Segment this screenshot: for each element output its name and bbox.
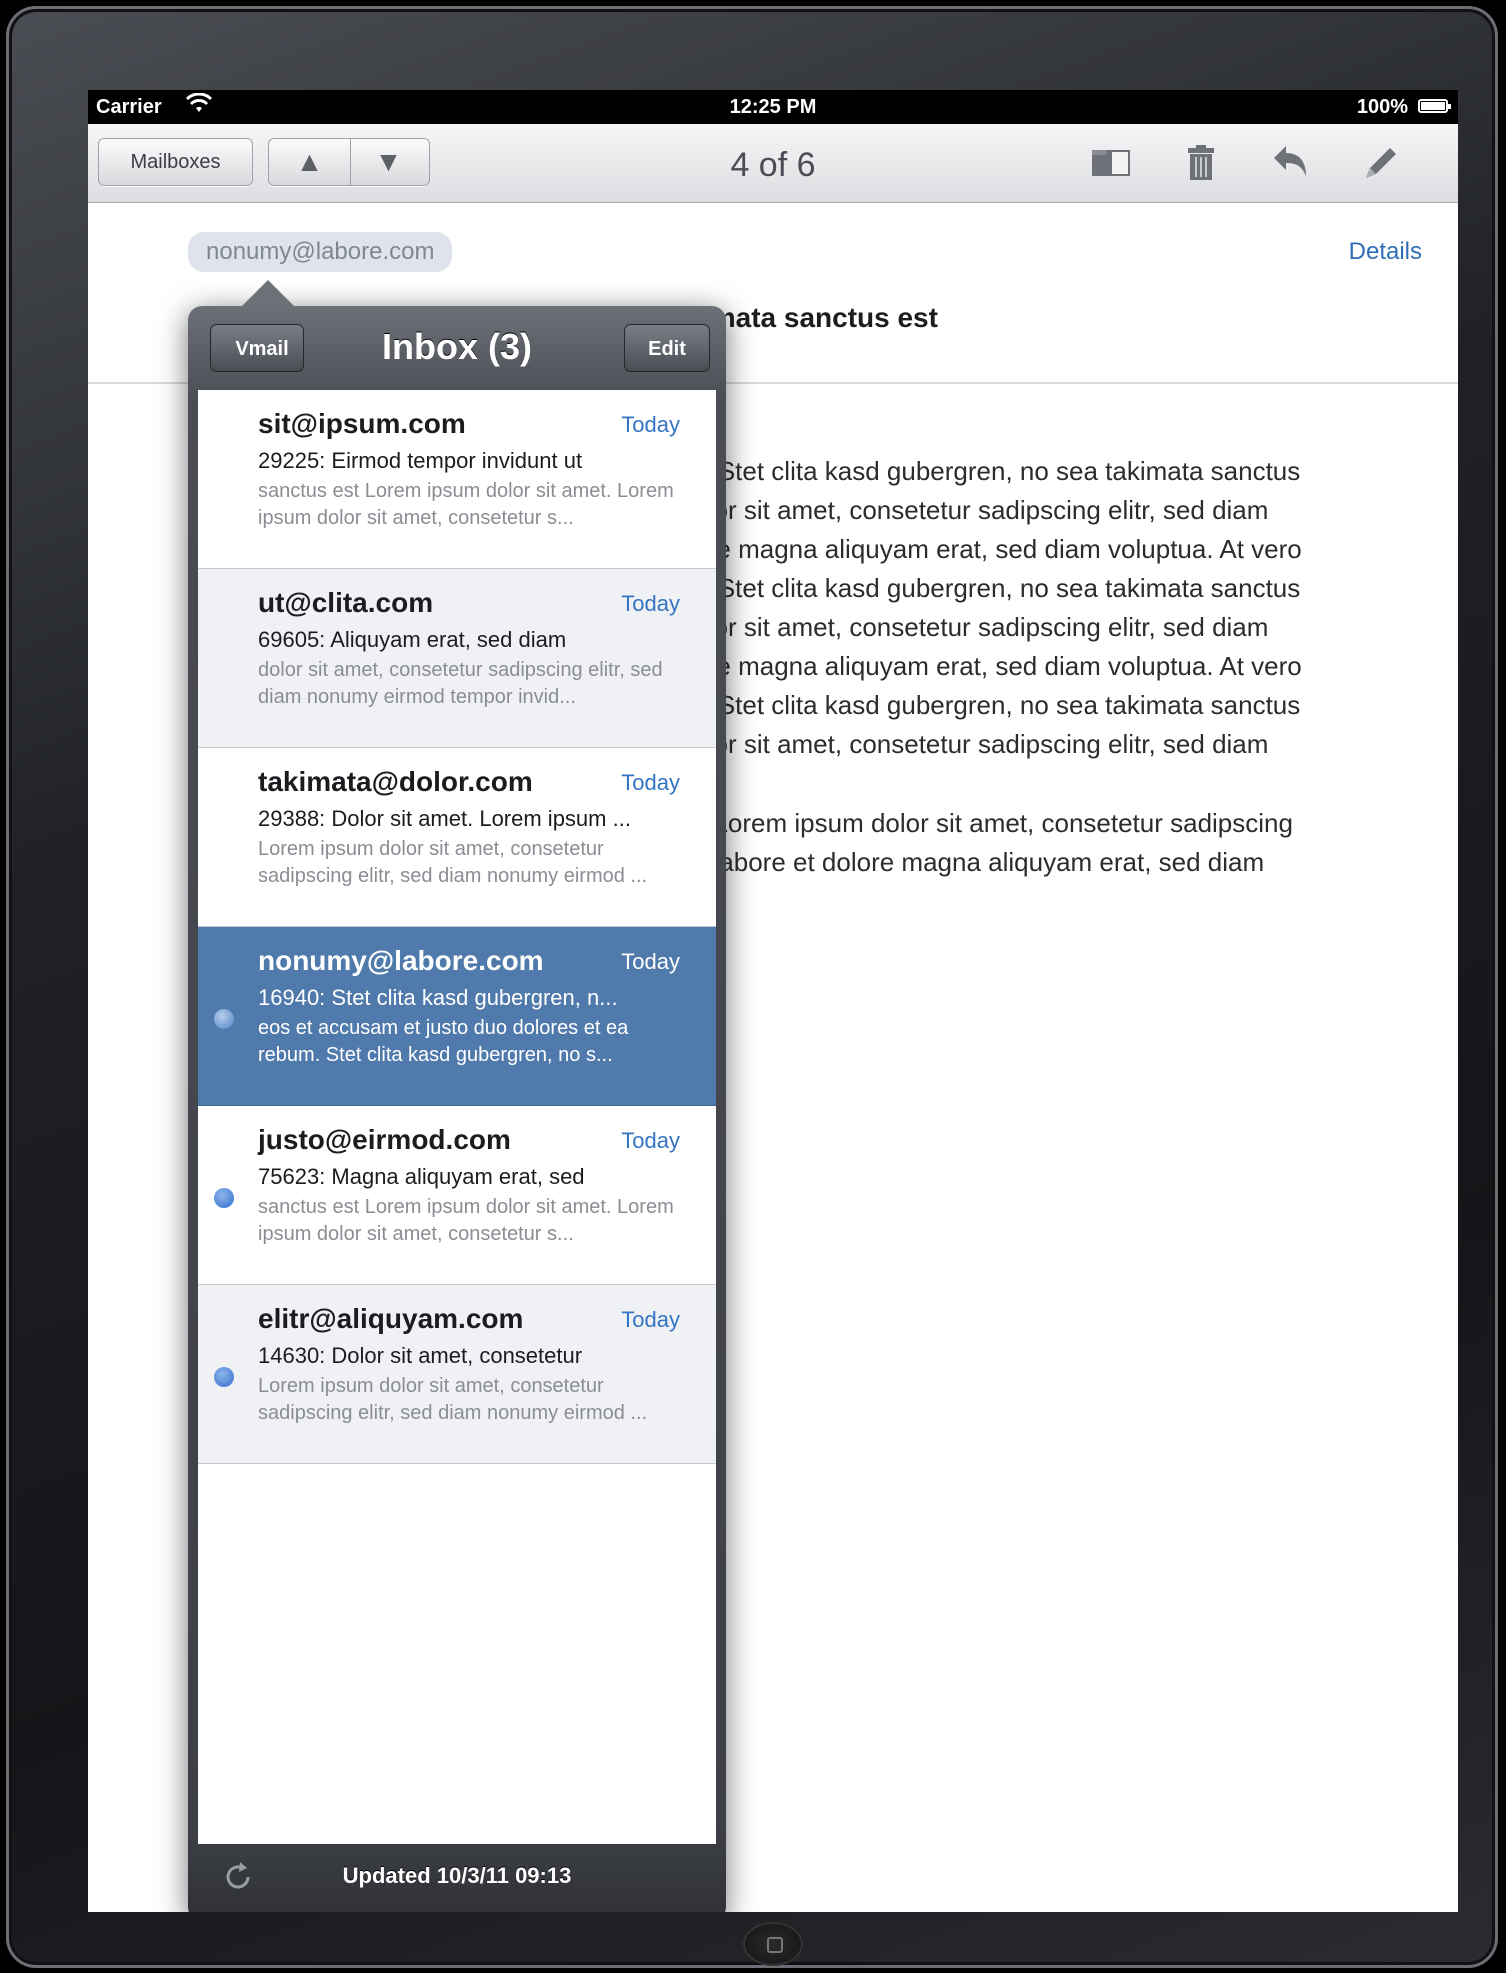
body-line: e et dolore magna aliquyam erat, sed dia…: [608, 651, 1302, 681]
mailbox-popover: Inbox (3) Vmail Edit sit@ipsum.com Today…: [188, 280, 726, 1912]
row-date: Today: [621, 412, 680, 437]
row-sender: ut@clita.com: [258, 587, 434, 618]
folder-icon[interactable]: [1088, 142, 1134, 184]
message-list: sit@ipsum.com Today 29225: Eirmod tempor…: [198, 390, 716, 1844]
ipad-frame: Carrier 12:25 PM 100% Mailboxes ▲ ▼ 4 of…: [6, 6, 1498, 1968]
row-sender: sit@ipsum.com: [258, 408, 466, 439]
unread-dot-icon: [214, 1367, 234, 1387]
screen: Carrier 12:25 PM 100% Mailboxes ▲ ▼ 4 of…: [88, 90, 1458, 1912]
list-item[interactable]: elitr@aliquyam.com Today 14630: Dolor si…: [198, 1285, 716, 1464]
unread-dot-icon: [214, 1188, 234, 1208]
compose-icon[interactable]: [1358, 142, 1404, 184]
body-line: a rebum. Stet clita kasd gubergren, no s…: [608, 456, 1301, 486]
row-subject: 29388: Dolor sit amet. Lorem ipsum ...: [258, 806, 631, 831]
body-line: psum dolor sit amet, consetetur sadipsci…: [608, 612, 1269, 642]
popover-arrow: [240, 280, 296, 308]
row-subject: 75623: Magna aliquyam erat, sed: [258, 1164, 585, 1189]
row-date: Today: [621, 949, 680, 974]
battery-percent: 100%: [1356, 96, 1408, 118]
body-line: psum dolor sit amet, consetetur sadipsci…: [608, 729, 1269, 759]
home-button[interactable]: [743, 1922, 803, 1966]
row-date: Today: [621, 1128, 680, 1153]
message-body: a rebum. Stet clita kasd gubergren, no s…: [608, 452, 1458, 882]
row-preview: sanctus est Lorem ipsum dolor sit amet. …: [258, 1196, 674, 1245]
edit-button[interactable]: Edit: [624, 324, 710, 372]
message-counter: 4 of 6: [730, 146, 816, 184]
body-line: a rebum. Stet clita kasd gubergren, no s…: [608, 690, 1301, 720]
row-preview: sanctus est Lorem ipsum dolor sit amet. …: [258, 480, 674, 529]
sender-chip[interactable]: nonumy@labore.com: [188, 232, 453, 272]
row-date: Today: [621, 1307, 680, 1332]
row-preview: Lorem ipsum dolor sit amet, consetetur s…: [258, 1375, 648, 1424]
back-button[interactable]: Vmail: [210, 324, 304, 372]
list-item[interactable]: justo@eirmod.com Today 75623: Magna aliq…: [198, 1106, 716, 1285]
row-preview: eos et accusam et justo duo dolores et e…: [258, 1017, 629, 1066]
reply-icon[interactable]: [1268, 142, 1314, 184]
row-subject: 16940: Stet clita kasd gubergren, n...: [258, 985, 618, 1010]
updated-status: Updated 10/3/11 09:13: [342, 1863, 572, 1888]
row-sender: takimata@dolor.com: [258, 766, 533, 797]
details-link[interactable]: Details: [1349, 238, 1422, 266]
row-date: Today: [621, 591, 680, 616]
trash-icon[interactable]: [1178, 142, 1224, 184]
row-subject: 29225: Eirmod tempor invidunt ut: [258, 448, 583, 473]
list-item[interactable]: ut@clita.com Today 69605: Aliquyam erat,…: [198, 569, 716, 748]
body-line: psum dolor sit amet, consetetur sadipsci…: [608, 495, 1269, 525]
status-bar: Carrier 12:25 PM 100%: [88, 90, 1458, 124]
row-sender: nonumy@labore.com: [258, 945, 544, 976]
row-preview: Lorem ipsum dolor sit amet, consetetur s…: [258, 838, 648, 887]
popover-footer: Updated 10/3/11 09:13: [198, 1845, 716, 1907]
body-line: a rebum. Stet clita kasd gubergren, no s…: [608, 573, 1301, 603]
row-subject: 14630: Dolor sit amet, consetetur: [258, 1343, 583, 1368]
unread-dot-icon: [214, 1009, 234, 1029]
list-item-selected[interactable]: nonumy@labore.com Today 16940: Stet clit…: [198, 927, 716, 1106]
list-item[interactable]: takimata@dolor.com Today 29388: Dolor si…: [198, 748, 716, 927]
row-preview: dolor sit amet, consetetur sadipscing el…: [258, 659, 663, 708]
body-line: vidunt ut labore et dolore magna aliquya…: [608, 847, 1265, 877]
battery-icon: [1418, 99, 1451, 113]
row-subject: 69605: Aliquyam erat, sed diam: [258, 627, 567, 652]
body-line: sit amet. Lorem ipsum dolor sit amet, co…: [608, 808, 1293, 838]
status-time: 12:25 PM: [729, 96, 817, 118]
row-date: Today: [621, 770, 680, 795]
list-item[interactable]: sit@ipsum.com Today 29225: Eirmod tempor…: [198, 390, 716, 569]
body-line: e et dolore magna aliquyam erat, sed dia…: [608, 534, 1302, 564]
row-sender: justo@eirmod.com: [258, 1124, 511, 1155]
row-sender: elitr@aliquyam.com: [258, 1303, 524, 1334]
toolbar: Mailboxes ▲ ▼ 4 of 6: [88, 124, 1458, 203]
